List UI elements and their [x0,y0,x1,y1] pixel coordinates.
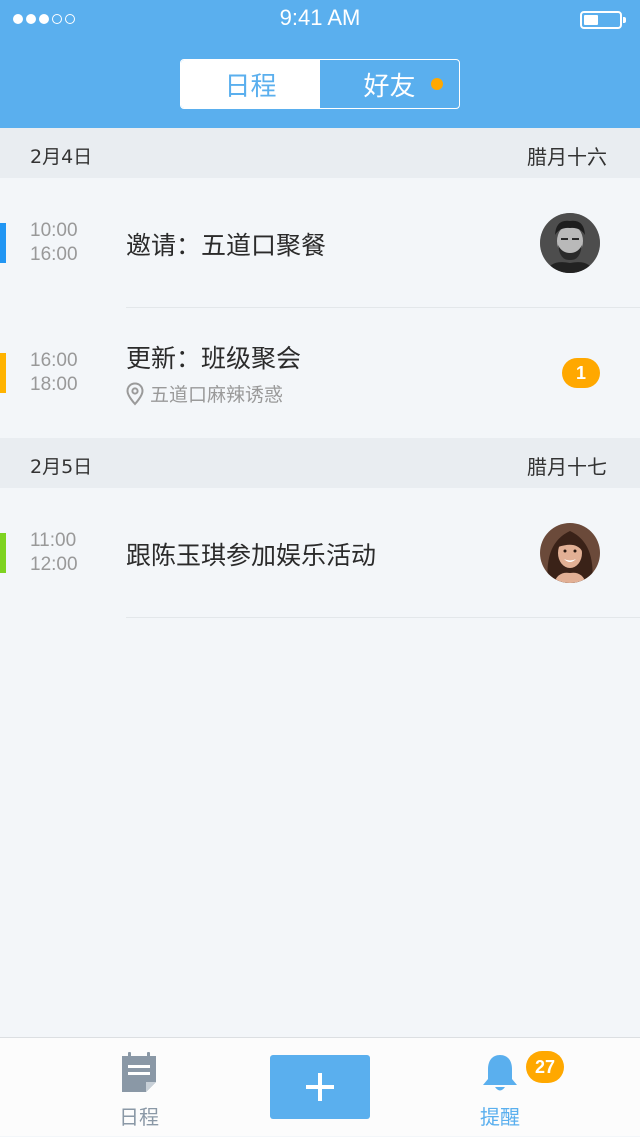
status-bar: 9:41 AM [0,0,640,40]
event-time: 11:00 12:00 [30,529,78,577]
segmented-control: 日程 好友 [180,59,460,109]
event-color-bar [0,223,6,263]
event-title: 跟陈玉琪参加娱乐活动 [126,541,377,570]
tab-remind-label: 提醒 [480,1105,520,1129]
date-section-header: 2月4日 腊月十六 [0,128,640,178]
tab-bar: 日程 27 提醒 [0,1037,640,1136]
event-item[interactable]: 11:00 12:00 跟陈玉琪参加娱乐活动 [0,488,640,618]
notification-dot [431,78,443,90]
section-date: 2月4日 [30,146,93,168]
event-location-text: 五道口麻辣诱惑 [150,384,284,406]
event-end-time: 16:00 [30,244,78,265]
segment-label: 日程 [224,71,277,102]
event-color-bar [0,533,6,573]
event-title: 邀请：五道口聚餐 [126,231,327,260]
woman-avatar[interactable] [540,523,600,583]
man-avatar[interactable] [540,213,600,273]
battery-icon [580,11,626,29]
event-item[interactable]: 16:00 18:00 更新：班级聚会 五道口麻辣诱惑 1 [0,308,640,438]
location-pin-icon [126,381,144,405]
bell-icon [483,1055,517,1091]
segment-label: 好友 [363,71,416,102]
event-start-time: 11:00 [30,530,77,551]
status-time: 9:41 AM [279,5,361,30]
calendar-note-icon [122,1052,156,1092]
tab-friends-segment[interactable]: 好友 [320,60,459,108]
tab-schedule[interactable]: 日程 [69,1038,209,1137]
event-start-time: 16:00 [30,350,78,371]
event-time: 16:00 18:00 [30,349,78,397]
row-divider [126,617,640,618]
date-section-header: 2月5日 腊月十七 [0,438,640,488]
event-location: 五道口麻辣诱惑 [126,380,283,407]
tab-schedule-label: 日程 [119,1105,159,1129]
event-end-time: 12:00 [30,554,78,575]
section-lunar-date: 腊月十七 [527,455,607,479]
add-event-button[interactable] [270,1055,370,1119]
unread-count-badge: 1 [562,358,600,388]
section-lunar-date: 腊月十六 [527,145,607,169]
section-date: 2月5日 [30,456,93,478]
tab-schedule-segment[interactable]: 日程 [181,60,320,108]
event-title: 更新：班级聚会 [126,344,302,373]
event-item[interactable]: 10:00 16:00 邀请：五道口聚餐 [0,178,640,308]
header: 9:41 AM 日程 好友 [0,0,640,128]
event-color-bar [0,353,6,393]
event-time: 10:00 16:00 [30,219,78,267]
tab-remind[interactable]: 27 提醒 [430,1038,570,1137]
plus-icon [306,1073,334,1101]
event-end-time: 18:00 [30,374,78,395]
event-start-time: 10:00 [30,220,78,241]
remind-count-badge: 27 [526,1051,564,1083]
